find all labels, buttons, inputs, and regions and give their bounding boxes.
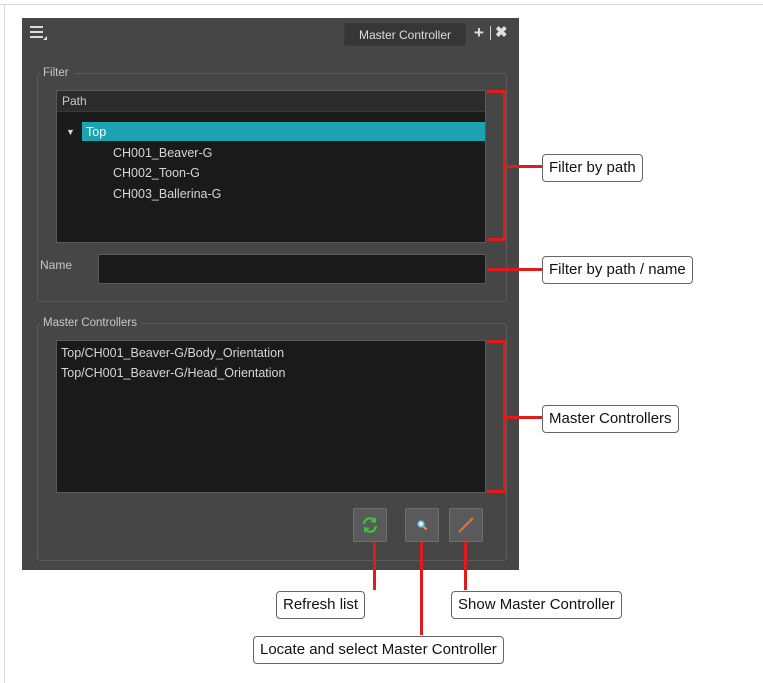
show-master-controller-button[interactable]	[449, 508, 483, 542]
filter-by-name-connector	[487, 268, 542, 271]
plus-icon[interactable]: +	[474, 24, 484, 42]
master-controllers-list[interactable]: Top/CH001_Beaver-G/Body_Orientation Top/…	[56, 340, 486, 493]
refresh-list-connector	[373, 542, 376, 590]
filter-legend: Filter	[40, 67, 74, 79]
locate-select-callout: Locate and select Master Controller	[253, 636, 504, 664]
hamburger-menu-icon[interactable]	[30, 26, 47, 40]
tree-item[interactable]: CH003_Ballerina-G	[113, 184, 221, 204]
master-controllers-legend: Master Controllers	[40, 317, 142, 329]
tab-separator	[490, 26, 491, 40]
show-master-callout: Show Master Controller	[451, 591, 622, 619]
show-master-connector	[464, 542, 467, 590]
name-field[interactable]	[98, 254, 486, 284]
refresh-icon	[362, 517, 378, 533]
tree-item[interactable]: CH002_Toon-G	[113, 163, 200, 183]
locate-select-connector	[420, 542, 423, 635]
tree-item[interactable]: CH001_Beaver-G	[113, 143, 212, 163]
master-controllers-bracket	[487, 340, 506, 493]
tree-item-top-label[interactable]: Top	[82, 122, 485, 141]
path-column-header[interactable]: Path	[57, 91, 485, 112]
master-controller-panel: Master Controller + ✖ Filter Path ▼ Top …	[22, 18, 519, 570]
path-tree[interactable]: Path ▼ Top CH001_Beaver-G CH002_Toon-G C…	[56, 90, 486, 243]
filter-by-path-connector	[506, 165, 542, 168]
tree-item-top[interactable]: ▼ Top	[57, 122, 485, 142]
locate-master-controller-button[interactable]	[405, 508, 439, 542]
page-border-left	[4, 4, 5, 683]
refresh-list-callout: Refresh list	[276, 591, 366, 619]
name-label: Name	[40, 258, 73, 272]
filter-by-path-callout: Filter by path	[542, 154, 643, 182]
refresh-list-button[interactable]	[353, 508, 387, 542]
master-controllers-callout: Master Controllers	[542, 405, 679, 433]
collapse-arrow-icon[interactable]: ▼	[66, 122, 75, 142]
list-item[interactable]: Top/CH001_Beaver-G/Body_Orientation	[61, 344, 284, 362]
tab-master-controller[interactable]: Master Controller	[344, 23, 466, 46]
close-icon[interactable]: ✖	[495, 24, 508, 42]
filter-by-path-name-callout: Filter by path / name	[542, 256, 693, 284]
locate-icon	[417, 520, 428, 531]
filter-by-path-bracket	[487, 90, 506, 241]
list-item[interactable]: Top/CH001_Beaver-G/Head_Orientation	[61, 364, 285, 382]
show-controller-icon	[458, 517, 474, 533]
master-controllers-connector	[506, 416, 542, 419]
page-border-top	[0, 4, 763, 5]
